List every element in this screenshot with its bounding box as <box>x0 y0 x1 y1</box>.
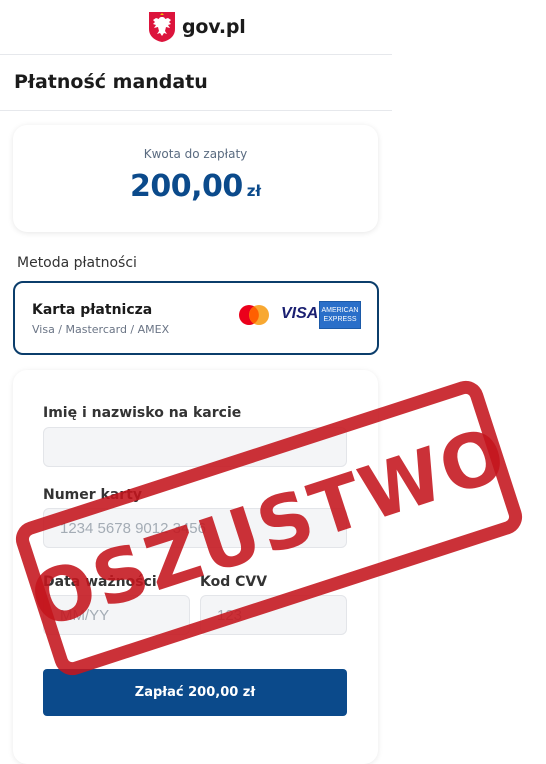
polish-eagle-icon <box>149 12 175 42</box>
page-title: Płatność mandatu <box>14 71 208 93</box>
gov-logo[interactable]: gov.pl <box>148 10 246 44</box>
cardholder-name-label: Imię i nazwisko na karcie <box>43 405 242 421</box>
method-title: Karta płatnicza <box>32 302 153 318</box>
amount-value: 200,00 <box>129 169 243 204</box>
amex-line1: AMERICAN <box>321 307 359 314</box>
mastercard-logo-icon <box>239 305 269 325</box>
amount-display: 200,00 zł <box>13 169 378 204</box>
pay-button[interactable]: Zapłać 200,00 zł <box>43 669 347 716</box>
payment-method-card-option[interactable]: Karta płatnicza Visa / Mastercard / AMEX… <box>13 281 379 355</box>
amex-logo-icon: AMERICAN EXPRESS <box>319 301 361 329</box>
amount-currency: zł <box>246 182 262 200</box>
amount-card: Kwota do zapłaty 200,00 zł <box>13 125 378 232</box>
amount-label: Kwota do zapłaty <box>143 147 248 161</box>
amex-line2: EXPRESS <box>323 316 357 323</box>
visa-logo-icon: VISA <box>281 305 319 322</box>
method-subtitle: Visa / Mastercard / AMEX <box>32 323 170 336</box>
top-bar: gov.pl <box>0 0 392 55</box>
title-bar: Płatność mandatu <box>0 55 392 111</box>
payment-method-label: Metoda płatności <box>17 255 137 271</box>
brand-name: gov.pl <box>182 16 246 38</box>
